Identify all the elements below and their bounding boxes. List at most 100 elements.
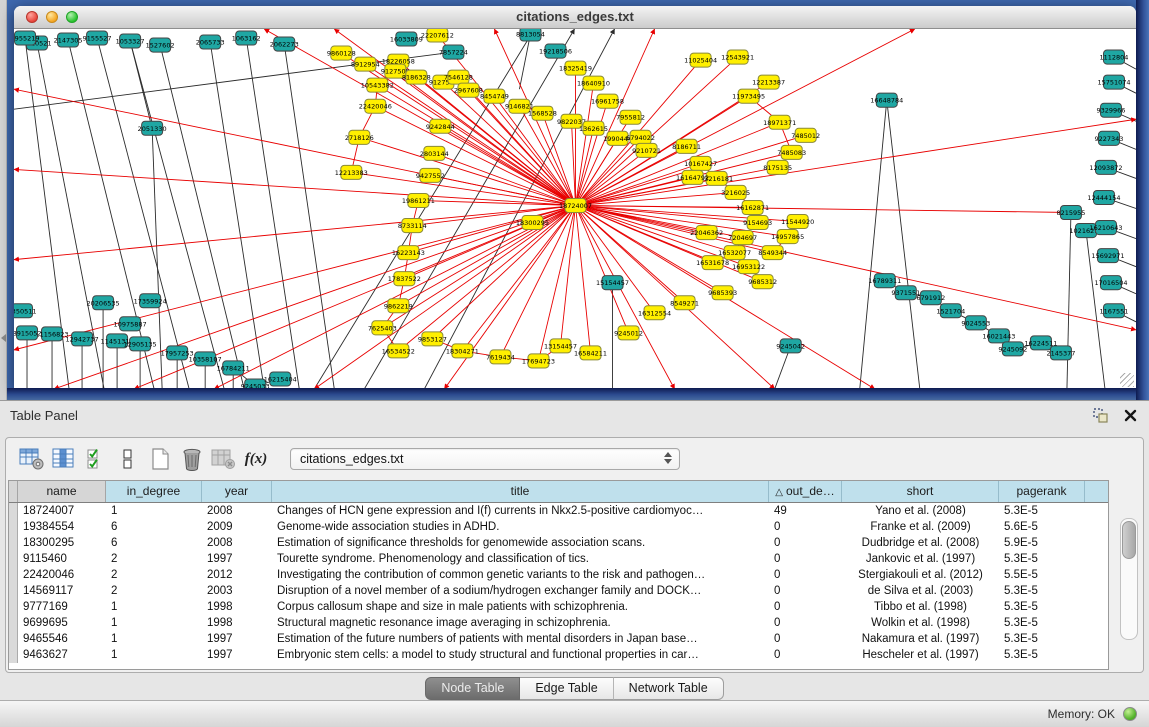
table-cell[interactable]: Nakamura et al. (1997) [842, 631, 999, 647]
table-cell[interactable]: 0 [769, 583, 842, 599]
table-cell[interactable]: Tibbo et al. (1998) [842, 599, 999, 615]
network-node[interactable]: 9245042 [776, 339, 805, 353]
network-node[interactable]: 8915052 [14, 326, 41, 340]
network-node[interactable]: 11544920 [781, 215, 814, 229]
table-row[interactable]: 2242004622012Investigating the contribut… [9, 567, 1108, 583]
table-cell[interactable]: Structural magnetic resonance image aver… [272, 615, 769, 631]
table-cell[interactable]: Dudbridge et al. (2008) [842, 535, 999, 551]
table-row[interactable]: 1938455462009Genome-wide association stu… [9, 519, 1108, 535]
network-node[interactable]: 12213383 [335, 165, 368, 179]
table-cell[interactable]: 2 [106, 583, 202, 599]
network-node[interactable]: 1527602 [146, 38, 175, 52]
table-row[interactable]: 1830029562008Estimation of significance … [9, 535, 1108, 551]
network-node[interactable]: 1362615 [579, 121, 608, 135]
table-cell[interactable]: 14569117 [18, 583, 106, 599]
network-node[interactable]: 9210721 [632, 143, 661, 157]
table-cell[interactable]: Wolkin et al. (1998) [842, 615, 999, 631]
network-node[interactable]: 1568528 [528, 106, 557, 120]
network-node[interactable]: 2967608 [454, 83, 483, 97]
table-cell[interactable]: 0 [769, 631, 842, 647]
network-node[interactable]: 8175135 [763, 160, 792, 174]
network-node[interactable]: 19861211 [402, 193, 435, 207]
network-edge[interactable] [519, 34, 530, 89]
table-row[interactable]: 969969511998Structural magnetic resonanc… [9, 615, 1108, 631]
network-node[interactable]: 15751074 [1097, 75, 1130, 89]
row-header[interactable] [9, 519, 18, 535]
network-node[interactable]: 20206535 [87, 296, 120, 310]
column-header-title[interactable]: title [272, 481, 769, 502]
function-builder-button[interactable]: f(x) [242, 446, 270, 472]
table-row[interactable]: 911546021997Tourette syndrome. Phenomeno… [9, 551, 1108, 567]
network-node[interactable]: 16033809 [390, 32, 423, 46]
network-node[interactable]: 7857224 [439, 45, 468, 59]
network-node[interactable]: 1167551 [1100, 304, 1129, 318]
network-node[interactable]: 9242844 [426, 119, 455, 133]
network-node[interactable]: 9427552 [416, 168, 445, 182]
row-header[interactable] [9, 567, 18, 583]
table-cell[interactable]: 0 [769, 567, 842, 583]
network-node[interactable]: 9154693 [743, 216, 772, 230]
network-edge[interactable] [160, 45, 244, 389]
network-edge[interactable] [887, 100, 920, 389]
table-cell[interactable]: Disruption of a novel member of a sodium… [272, 583, 769, 599]
table-cell[interactable]: 5.3E-5 [999, 503, 1085, 519]
network-node[interactable]: 7955812 [616, 110, 645, 124]
table-cell[interactable]: 1998 [202, 599, 272, 615]
network-node[interactable]: 19218506 [539, 44, 572, 58]
network-node[interactable]: 2145377 [1046, 346, 1075, 360]
row-header[interactable] [9, 551, 18, 567]
network-node[interactable]: 9245092 [998, 342, 1027, 356]
table-cell[interactable]: 5.3E-5 [999, 647, 1085, 663]
table-cell[interactable]: 5.9E-5 [999, 535, 1085, 551]
network-node[interactable]: 16162871 [736, 200, 769, 214]
table-cell[interactable]: 9115460 [18, 551, 106, 567]
network-node[interactable]: 22207612 [421, 29, 454, 42]
network-node[interactable]: 9862219 [384, 299, 413, 313]
table-cell[interactable]: 2003 [202, 583, 272, 599]
network-node[interactable]: 8454749 [480, 89, 509, 103]
network-node[interactable]: 2051330 [138, 121, 167, 135]
table-vertical-scrollbar[interactable] [1120, 518, 1138, 640]
network-edge[interactable] [571, 121, 575, 205]
column-header-year[interactable]: year [202, 481, 272, 502]
network-node[interactable]: 16021443 [982, 329, 1015, 343]
network-edge[interactable] [860, 100, 887, 389]
network-node[interactable]: 11973495 [732, 89, 765, 103]
column-header-name[interactable]: name [18, 481, 106, 502]
table-cell[interactable]: 2 [106, 551, 202, 567]
network-edge[interactable] [576, 119, 1136, 205]
network-node[interactable]: 7619434 [486, 350, 515, 364]
table-cell[interactable]: Hescheler et al. (1997) [842, 647, 999, 663]
network-node[interactable]: 18325419 [559, 61, 592, 75]
network-node[interactable]: 1521704 [936, 304, 965, 318]
network-node[interactable]: 12093872 [1089, 160, 1122, 174]
network-node[interactable]: 2147305 [54, 33, 83, 47]
table-cell[interactable]: Embryonic stem cells: a model to study s… [272, 647, 769, 663]
network-node[interactable]: 9685393 [708, 286, 737, 300]
table-cell[interactable]: Changes of HCN gene expression and I(f) … [272, 503, 769, 519]
network-node[interactable]: 9685312 [748, 275, 777, 289]
table-cell[interactable]: 0 [769, 535, 842, 551]
network-node[interactable]: 6794022 [626, 130, 655, 144]
network-node[interactable]: 2065733 [196, 35, 225, 49]
column-header-out-degree[interactable]: △out_de… [769, 481, 842, 502]
table-cell[interactable]: 1997 [202, 647, 272, 663]
table-cell[interactable]: Stergiakouli et al. (2012) [842, 567, 999, 583]
network-edge[interactable] [14, 205, 576, 349]
network-node[interactable]: 9245012 [614, 326, 643, 340]
table-cell[interactable]: Estimation of significance thresholds fo… [272, 535, 769, 551]
network-node[interactable]: 7204697 [728, 231, 757, 245]
network-node[interactable]: 12444154 [1087, 190, 1120, 204]
table-row[interactable]: 977716911998Corpus callosum shape and si… [9, 599, 1108, 615]
tab-node-table[interactable]: Node Table [425, 677, 520, 700]
row-header[interactable] [9, 647, 18, 663]
network-node[interactable]: 9329966 [1097, 103, 1126, 117]
table-cell[interactable]: 2008 [202, 535, 272, 551]
network-node[interactable]: 9853127 [418, 332, 447, 346]
table-row[interactable]: 946362711997Embryonic stem cells: a mode… [9, 647, 1108, 663]
table-cell[interactable]: 6 [106, 535, 202, 551]
network-node[interactable]: 8813054 [516, 29, 545, 41]
table-cell[interactable]: 9777169 [18, 599, 106, 615]
network-node[interactable]: 8186711 [672, 139, 701, 153]
network-node[interactable]: 16584211 [574, 346, 607, 360]
